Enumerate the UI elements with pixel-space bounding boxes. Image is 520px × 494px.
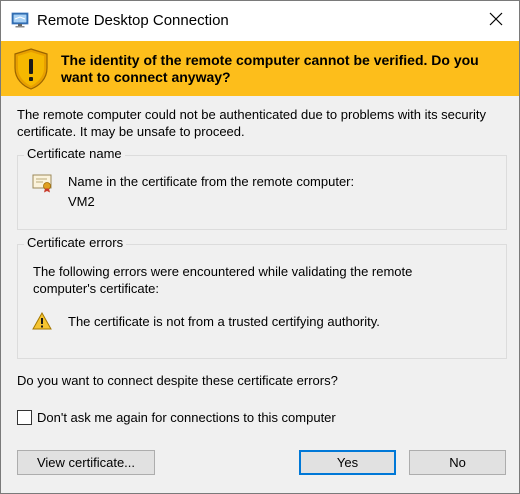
dont-ask-checkbox[interactable] [17,410,32,425]
dialog-window: Remote Desktop Connection The identity o… [0,0,520,494]
warning-banner: The identity of the remote computer cann… [1,41,519,96]
warning-shield-icon [13,48,49,90]
view-certificate-button[interactable]: View certificate... [17,450,155,475]
dont-ask-label[interactable]: Don't ask me again for connections to th… [37,410,336,425]
connect-question: Do you want to connect despite these cer… [17,373,338,388]
warning-message: The identity of the remote computer cann… [61,52,479,85]
window-title: Remote Desktop Connection [37,12,229,29]
warning-triangle-icon [32,311,52,330]
yes-button[interactable]: Yes [299,450,396,475]
dont-ask-checkbox-row[interactable]: Don't ask me again for connections to th… [17,410,336,425]
certificate-name-value: VM2 [68,194,95,209]
certificate-error-item: The certificate is not from a trusted ce… [68,314,380,329]
certificate-errors-description: The following errors were encountered wh… [33,264,413,296]
certificate-errors-legend: Certificate errors [24,235,127,250]
certificate-name-label: Name in the certificate from the remote … [68,174,355,189]
no-button[interactable]: No [409,450,506,475]
close-icon [489,12,503,31]
certificate-name-legend: Certificate name [24,146,125,161]
close-button[interactable] [473,1,519,41]
remote-desktop-icon [11,11,29,29]
intro-text: The remote computer could not be authent… [17,107,486,139]
certificate-errors-group: Certificate errors The following errors … [17,235,507,359]
certificate-name-group: Certificate name Name in the certificate… [17,146,507,230]
certificate-icon [32,173,54,193]
title-bar[interactable]: Remote Desktop Connection [1,1,519,41]
